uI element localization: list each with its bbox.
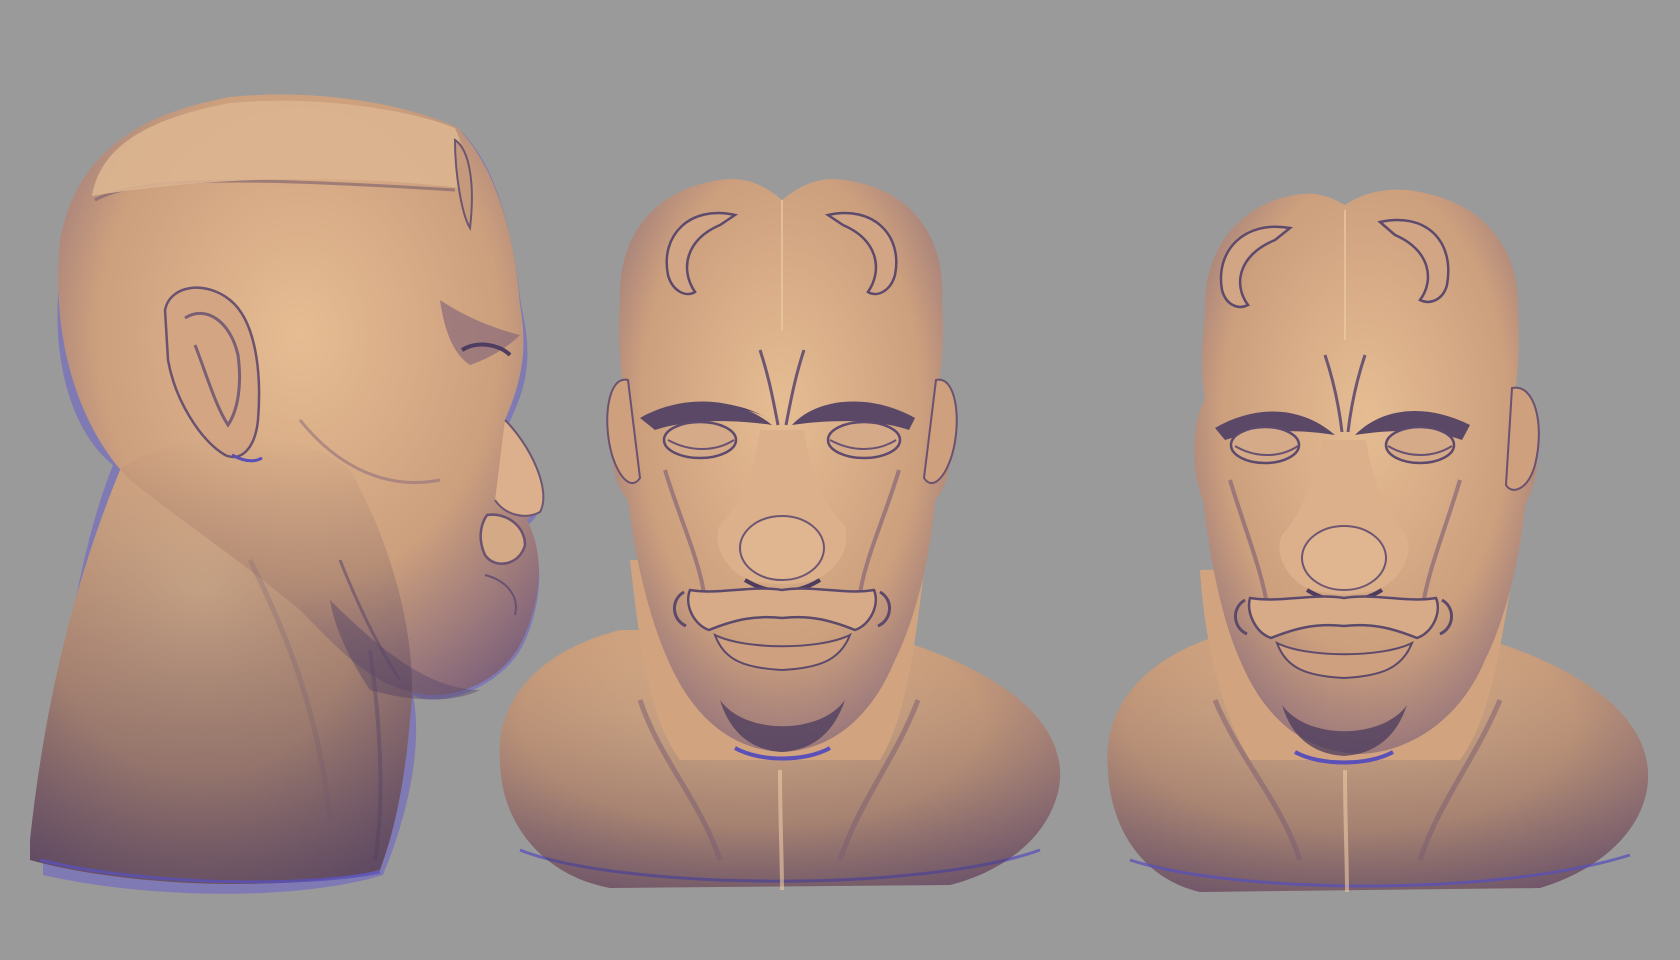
three-quarter-bust (1107, 189, 1649, 893)
sculpt-viewport (0, 0, 1680, 960)
render-canvas (30, 94, 1649, 894)
side-profile-bust (30, 94, 545, 894)
front-bust (499, 179, 1061, 891)
